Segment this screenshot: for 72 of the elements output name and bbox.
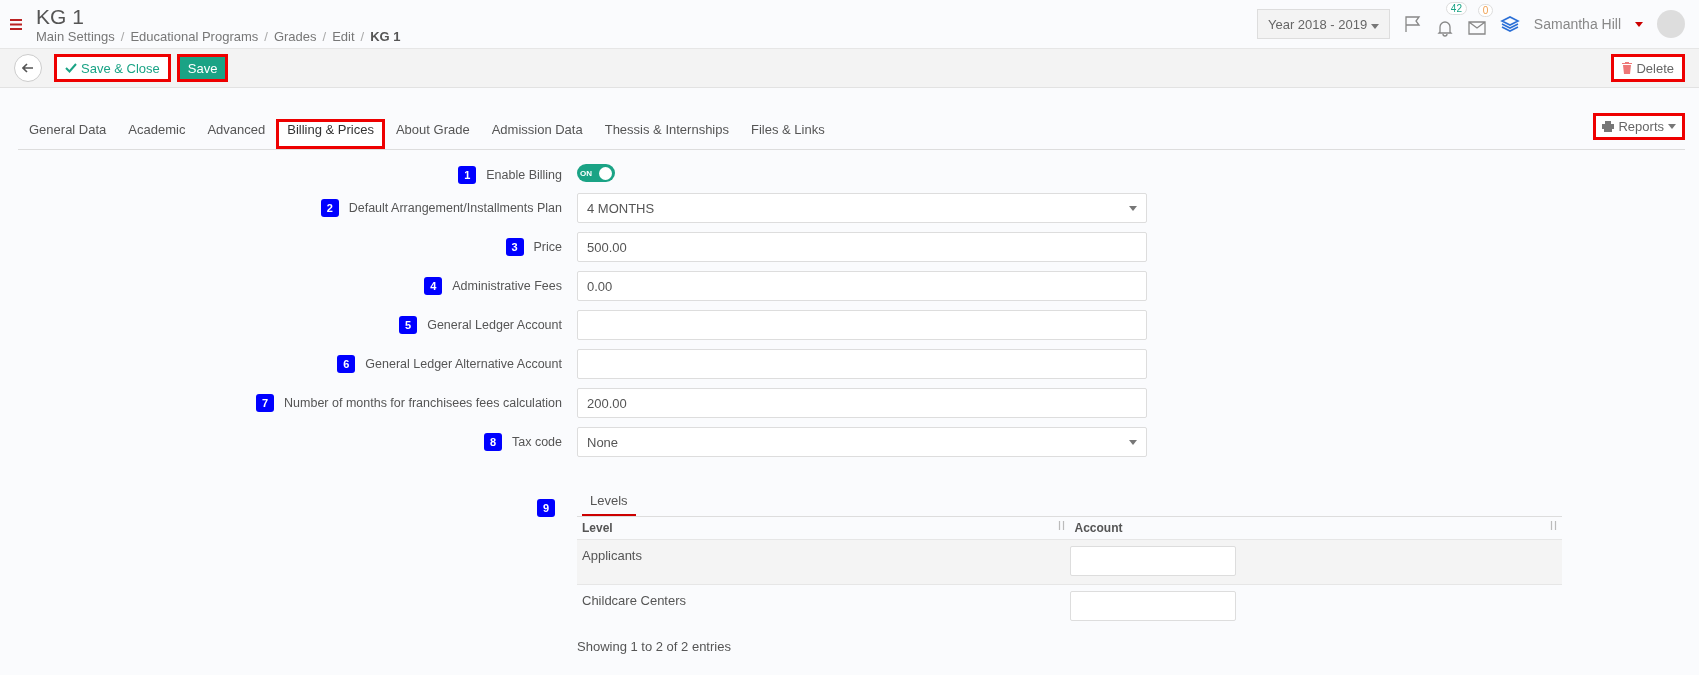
field-label: Enable Billing — [486, 168, 562, 182]
sort-icon[interactable] — [1550, 521, 1557, 530]
input-field[interactable]: 200.00 — [577, 388, 1147, 418]
reports-button[interactable]: Reports — [1593, 113, 1685, 140]
check-icon — [65, 63, 77, 73]
select-field[interactable]: 4 MONTHS — [577, 193, 1147, 223]
field-label: Price — [533, 240, 562, 254]
input-field[interactable] — [577, 349, 1147, 379]
caret-icon — [1129, 205, 1137, 211]
field-label: Default Arrangement/Installments Plan — [348, 201, 562, 215]
number-badge: 8 — [483, 433, 502, 451]
tab[interactable]: General Data — [18, 119, 118, 149]
caret-icon — [1668, 124, 1676, 129]
breadcrumb-link[interactable]: Edit — [332, 28, 355, 44]
number-badge: 7 — [256, 394, 275, 412]
number-badge: 5 — [399, 316, 418, 334]
field-label: Administrative Fees — [452, 279, 562, 293]
layers-icon[interactable] — [1499, 15, 1520, 33]
caret-icon — [1370, 23, 1379, 29]
table-info: Showing 1 to 2 of 2 entries — [577, 639, 732, 654]
number-badge: 6 — [337, 355, 356, 373]
breadcrumb-link[interactable]: Educational Programs — [130, 28, 259, 44]
tab[interactable]: Files & Links — [740, 119, 836, 149]
bell-icon[interactable] — [1435, 19, 1454, 37]
notification-count: 42 — [1445, 2, 1467, 15]
message-count: 0 — [1477, 4, 1494, 17]
caret-icon — [1635, 21, 1643, 27]
page-title: KG 1 — [36, 4, 85, 29]
breadcrumb-link[interactable]: Grades — [273, 28, 317, 44]
field-label: Tax code — [511, 435, 562, 449]
tab[interactable]: Thessis & Internships — [593, 119, 740, 149]
input-field[interactable] — [577, 310, 1147, 340]
input-field[interactable]: 500.00 — [577, 232, 1147, 262]
number-badge: 9 — [537, 499, 555, 517]
tab[interactable]: Admission Data — [480, 119, 594, 149]
select-field[interactable]: None — [577, 427, 1147, 457]
column-header[interactable]: Level — [577, 517, 1070, 539]
breadcrumb-separator: / — [264, 28, 268, 44]
flag-icon[interactable] — [1403, 15, 1422, 33]
delete-button[interactable]: Delete — [1611, 54, 1685, 82]
breadcrumb-separator: / — [322, 28, 327, 44]
tab[interactable]: Levels — [582, 493, 636, 516]
field-label: Number of months for franchisees fees calculation — [284, 396, 562, 410]
user-name[interactable]: Samantha Hill — [1533, 16, 1621, 32]
year-dropdown[interactable]: Year 2018 - 2019 — [1256, 9, 1390, 39]
tab[interactable]: Advanced — [196, 119, 277, 149]
input-field[interactable]: 0.00 — [577, 271, 1147, 301]
envelope-icon[interactable] — [1467, 21, 1486, 35]
breadcrumb-link[interactable]: Main Settings — [36, 28, 115, 44]
breadcrumb-separator: / — [360, 28, 365, 44]
caret-icon — [1129, 439, 1137, 445]
avatar[interactable] — [1657, 10, 1685, 38]
input-field[interactable] — [1069, 591, 1236, 621]
field-label: General Ledger Alternative Account — [365, 357, 562, 371]
arrow-left-icon — [22, 63, 34, 73]
table-cell-text: Childcare Centers — [582, 592, 688, 610]
tab[interactable]: Academic — [117, 119, 197, 149]
back-button[interactable] — [14, 54, 42, 82]
field-label: General Ledger Account — [427, 318, 562, 332]
column-header[interactable]: Account — [1069, 517, 1562, 539]
sort-icon[interactable] — [1057, 521, 1065, 530]
menu-icon[interactable] — [10, 18, 22, 30]
tab[interactable]: About Grade — [384, 119, 481, 149]
tab[interactable]: Billing & Prices — [276, 119, 385, 149]
number-badge: 2 — [320, 199, 339, 217]
trash-icon — [1622, 62, 1633, 74]
input-field[interactable] — [1069, 546, 1236, 576]
number-badge: 1 — [458, 166, 477, 184]
number-badge: 3 — [505, 238, 524, 256]
breadcrumb-separator: / — [120, 28, 125, 44]
number-badge: 4 — [424, 277, 443, 295]
table-cell-text: Applicants — [582, 547, 643, 565]
